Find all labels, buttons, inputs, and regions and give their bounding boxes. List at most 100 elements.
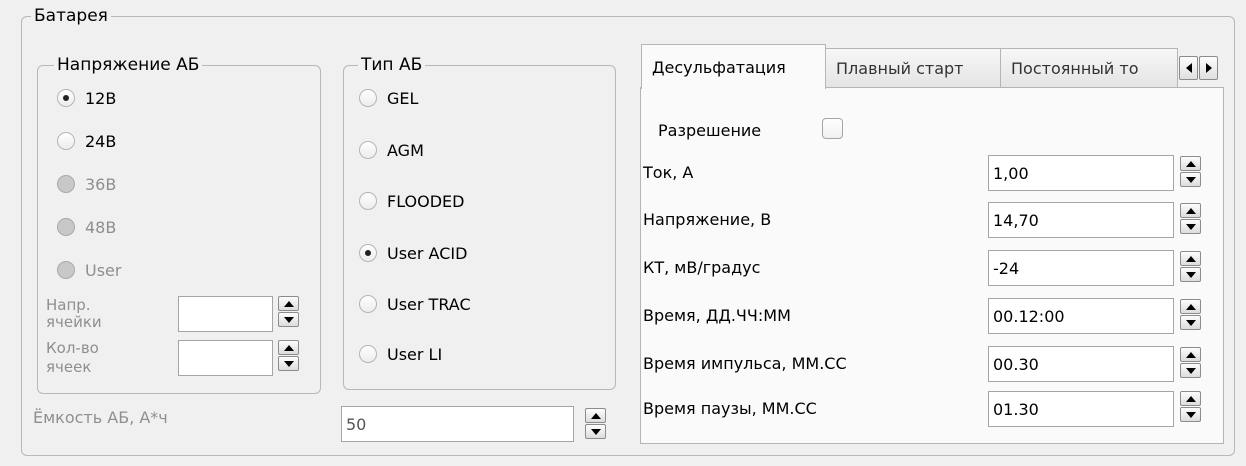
arrow-down-icon: [283, 316, 294, 323]
voltage-spinner[interactable]: [1180, 203, 1201, 235]
arrow-up-icon: [283, 344, 294, 351]
type-radio-user-acid[interactable]: User ACID: [359, 240, 467, 266]
capacity-label: Ёмкость АБ, А*ч: [33, 408, 168, 427]
type-radio-agm[interactable]: AGM: [359, 137, 424, 163]
arrow-up-icon: [1185, 351, 1196, 358]
cell-voltage-spinner[interactable]: [278, 296, 299, 328]
current-spinner[interactable]: [1180, 156, 1201, 188]
cell-count-label-line1: Кол-во: [46, 339, 99, 357]
pause-time-label: Время паузы, ММ.СС: [643, 399, 817, 418]
capacity-input[interactable]: [341, 406, 574, 442]
spin-down-button[interactable]: [1180, 363, 1201, 378]
tab-desulfation[interactable]: Десульфатация: [641, 44, 826, 89]
cell-voltage-label: Напр. ячейки: [46, 297, 102, 331]
voltage-radio-label: 24В: [85, 131, 117, 151]
type-radio-user-trac[interactable]: User TRAC: [359, 291, 471, 317]
arrow-up-icon: [1185, 160, 1196, 167]
cell-voltage-label-line2: ячейки: [46, 313, 102, 331]
spin-down-button[interactable]: [1180, 267, 1201, 282]
battery-group-title: Батарея: [31, 5, 111, 27]
spin-up-button[interactable]: [1180, 203, 1201, 218]
spin-up-button[interactable]: [278, 340, 299, 355]
tab-scroll-left-button[interactable]: [1179, 56, 1198, 80]
radio-unchecked-icon: [359, 345, 377, 363]
type-radio-label: User LI: [387, 344, 443, 364]
spin-down-button[interactable]: [278, 312, 299, 327]
cell-count-input[interactable]: [178, 340, 273, 376]
tab-soft-start[interactable]: Плавный старт: [825, 48, 1001, 87]
spin-up-button[interactable]: [278, 296, 299, 311]
enable-checkbox[interactable]: [822, 118, 843, 139]
type-radio-label: GEL: [387, 88, 419, 108]
spin-down-button[interactable]: [1180, 315, 1201, 330]
cell-voltage-input[interactable]: [178, 296, 273, 332]
spin-up-button[interactable]: [1180, 156, 1201, 171]
capacity-spinner[interactable]: [585, 408, 606, 440]
voltage-radio-label: 36В: [85, 174, 117, 194]
type-radio-flooded[interactable]: FLOODED: [359, 188, 464, 214]
radio-disabled-icon: [57, 175, 75, 193]
voltage-radio-12v[interactable]: 12В: [57, 85, 116, 111]
pause-time-input[interactable]: [988, 391, 1174, 427]
spin-up-button[interactable]: [1180, 299, 1201, 314]
arrow-down-icon: [283, 360, 294, 367]
arrow-up-icon: [283, 300, 294, 307]
spin-up-button[interactable]: [1180, 347, 1201, 362]
type-radio-label: AGM: [387, 140, 424, 160]
spin-down-button[interactable]: [1180, 219, 1201, 234]
current-input[interactable]: [988, 155, 1174, 191]
radio-checked-icon: [359, 244, 377, 262]
pulse-time-input[interactable]: [988, 346, 1174, 382]
spin-down-button[interactable]: [1180, 172, 1201, 187]
duration-label: Время, ДД.ЧЧ:ММ: [643, 306, 791, 325]
voltage-radio-48v: 48В: [57, 214, 116, 240]
radio-unchecked-icon: [359, 295, 377, 313]
voltage-group-title: Напряжение АБ: [54, 54, 203, 76]
spin-down-button[interactable]: [278, 356, 299, 371]
voltage-radio-24v[interactable]: 24В: [57, 128, 116, 154]
voltage-radio-label: 12В: [85, 88, 117, 108]
arrow-down-icon: [1185, 319, 1196, 326]
arrow-down-icon: [1185, 176, 1196, 183]
arrow-up-icon: [1185, 303, 1196, 310]
type-radio-user-li[interactable]: User LI: [359, 341, 442, 367]
pulse-time-spinner[interactable]: [1180, 347, 1201, 379]
temp-coefficient-input[interactable]: [988, 250, 1174, 286]
spin-up-button[interactable]: [1180, 391, 1201, 406]
temp-coefficient-spinner[interactable]: [1180, 251, 1201, 283]
radio-checked-icon: [57, 89, 75, 107]
arrow-up-icon: [590, 412, 601, 419]
spin-up-button[interactable]: [1180, 251, 1201, 266]
tab-constant-current[interactable]: Постоянный то: [1000, 48, 1178, 87]
arrow-down-icon: [590, 428, 601, 435]
arrow-up-icon: [1185, 207, 1196, 214]
arrow-left-icon: [1185, 63, 1192, 73]
arrow-right-icon: [1205, 63, 1212, 73]
tab-scroll-right-button[interactable]: [1199, 56, 1218, 80]
radio-unchecked-icon: [359, 192, 377, 210]
arrow-down-icon: [1185, 223, 1196, 230]
radio-disabled-icon: [57, 261, 75, 279]
duration-input[interactable]: [988, 298, 1174, 334]
temp-coefficient-label: КТ, мВ/градус: [643, 258, 761, 277]
battery-type-group-title: Тип АБ: [358, 54, 426, 76]
arrow-down-icon: [1185, 271, 1196, 278]
spin-down-button[interactable]: [585, 424, 606, 439]
type-radio-label: User TRAC: [387, 294, 471, 314]
type-radio-label: User ACID: [387, 243, 468, 263]
arrow-up-icon: [1185, 395, 1196, 402]
arrow-down-icon: [1185, 367, 1196, 374]
cell-count-spinner[interactable]: [278, 340, 299, 372]
voltage-input[interactable]: [988, 202, 1174, 238]
cell-count-label: Кол-во ячеек: [46, 339, 99, 377]
spin-up-button[interactable]: [585, 408, 606, 423]
type-radio-gel[interactable]: GEL: [359, 85, 418, 111]
arrow-down-icon: [1185, 411, 1196, 418]
enable-label: Разрешение: [658, 121, 762, 140]
duration-spinner[interactable]: [1180, 299, 1201, 331]
voltage-radio-label: 48В: [85, 217, 117, 237]
pause-time-spinner[interactable]: [1180, 391, 1201, 423]
voltage-radio-label: User: [85, 260, 122, 280]
spin-down-button[interactable]: [1180, 407, 1201, 422]
radio-disabled-icon: [57, 218, 75, 236]
